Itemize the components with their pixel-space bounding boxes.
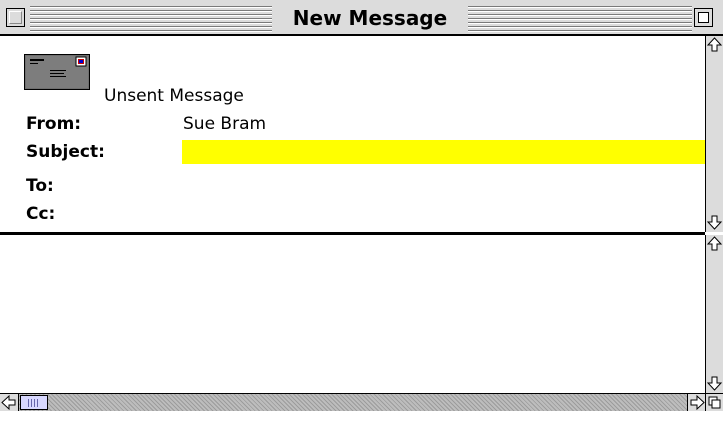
title-bar-stripes-left bbox=[30, 4, 272, 32]
scroll-down-arrow-icon[interactable] bbox=[706, 374, 723, 392]
scroll-thumb[interactable] bbox=[20, 395, 48, 410]
to-label: To: bbox=[26, 176, 54, 196]
title-bar-stripes-right bbox=[468, 4, 692, 32]
scroll-left-arrow-icon[interactable] bbox=[0, 394, 19, 411]
resize-grip-icon[interactable] bbox=[705, 393, 723, 411]
cc-label: Cc: bbox=[26, 204, 56, 224]
scroll-up-arrow-icon[interactable] bbox=[706, 36, 723, 54]
from-value: Sue Bram bbox=[183, 114, 267, 134]
envelope-icon bbox=[24, 54, 90, 90]
title-bar[interactable]: New Message bbox=[0, 0, 723, 36]
scroll-right-arrow-icon[interactable] bbox=[687, 394, 706, 411]
message-body[interactable] bbox=[0, 235, 705, 393]
scroll-down-arrow-icon[interactable] bbox=[706, 213, 723, 231]
window-bottom-edge bbox=[0, 411, 723, 423]
body-scrollbar[interactable] bbox=[705, 235, 723, 393]
message-status: Unsent Message bbox=[104, 86, 244, 106]
close-box[interactable] bbox=[6, 8, 25, 27]
subject-label: Subject: bbox=[26, 142, 105, 162]
zoom-box[interactable] bbox=[694, 8, 713, 27]
window-title: New Message bbox=[272, 5, 468, 31]
horizontal-scrollbar[interactable] bbox=[0, 393, 706, 411]
header-pane: Unsent Message From: Sue Bram Subject: T… bbox=[0, 36, 705, 232]
subject-field[interactable] bbox=[182, 140, 705, 164]
scroll-up-arrow-icon[interactable] bbox=[706, 235, 723, 253]
from-label: From: bbox=[26, 114, 82, 134]
message-window: New Message Unsent Message From: Sue Bra… bbox=[0, 0, 723, 423]
header-scrollbar[interactable] bbox=[705, 36, 723, 232]
